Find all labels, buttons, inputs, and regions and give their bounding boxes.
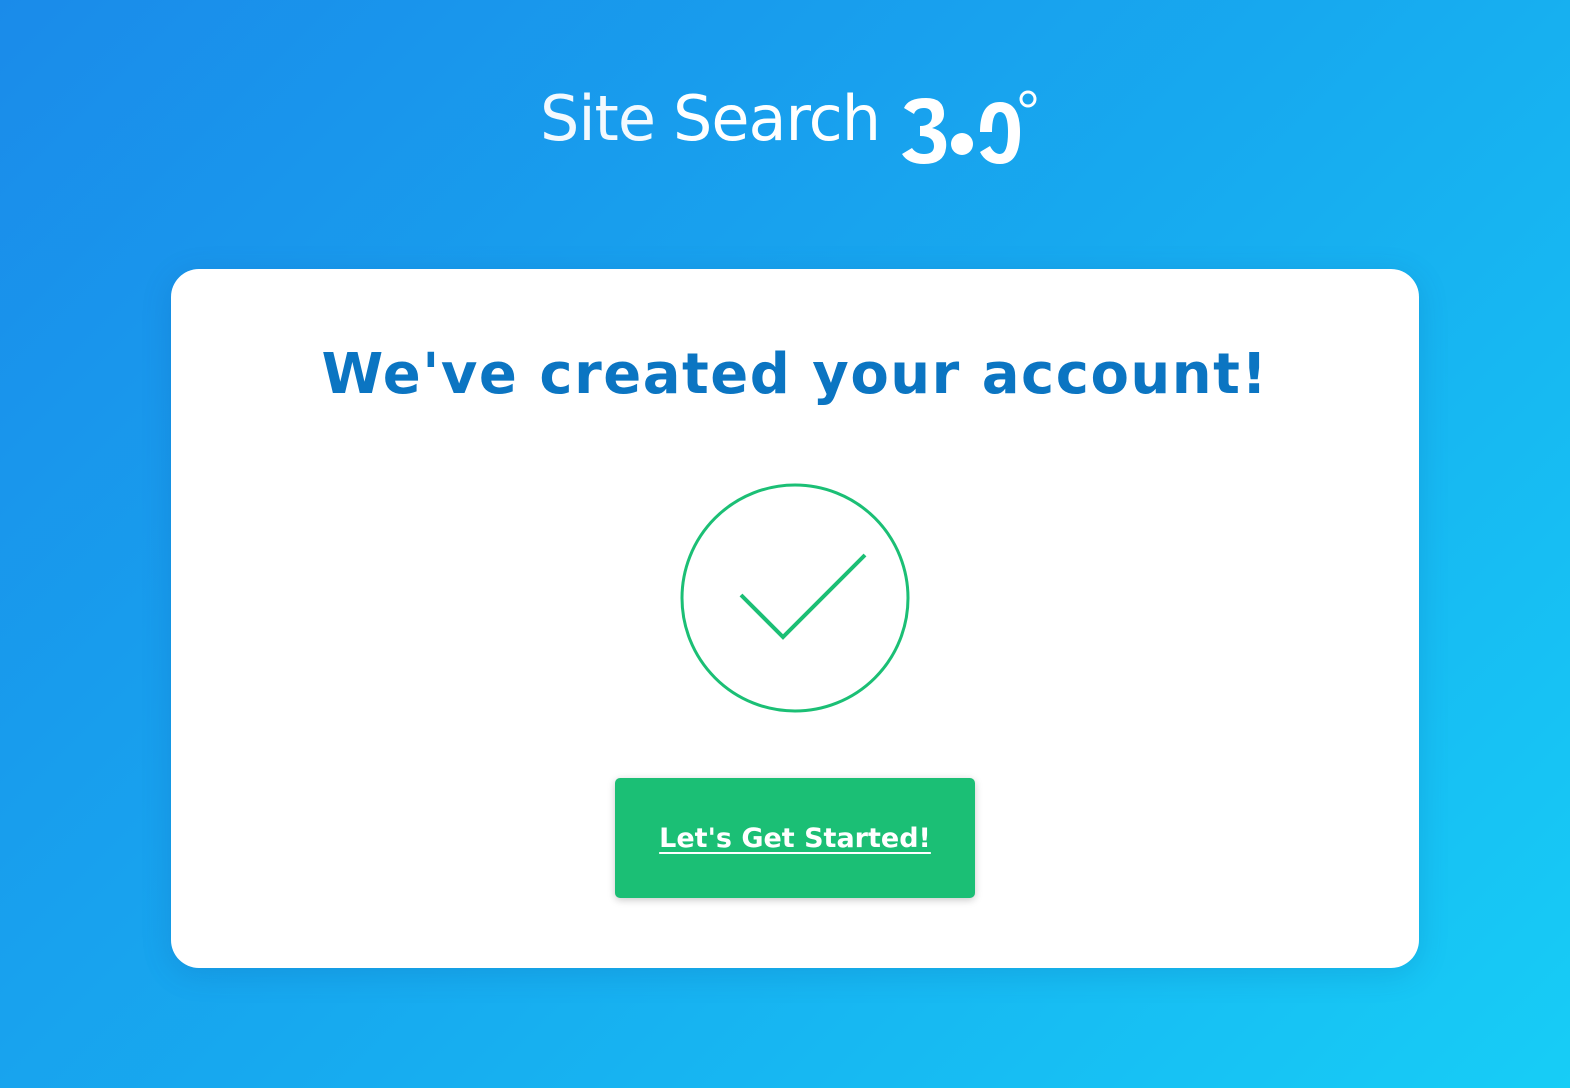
page-title: We've created your account! [321,342,1269,407]
site-logo: Site Search [0,82,1570,172]
get-started-button[interactable]: Let's Get Started! [615,778,975,898]
logo-text-search: Search [673,82,881,155]
account-created-card: We've created your account! Let's Get St… [171,269,1419,968]
logo-360-icon [902,90,1037,164]
logo-text-site: Site [539,82,656,155]
check-circle-icon [680,483,910,713]
logo-360-mark [900,88,1040,172]
